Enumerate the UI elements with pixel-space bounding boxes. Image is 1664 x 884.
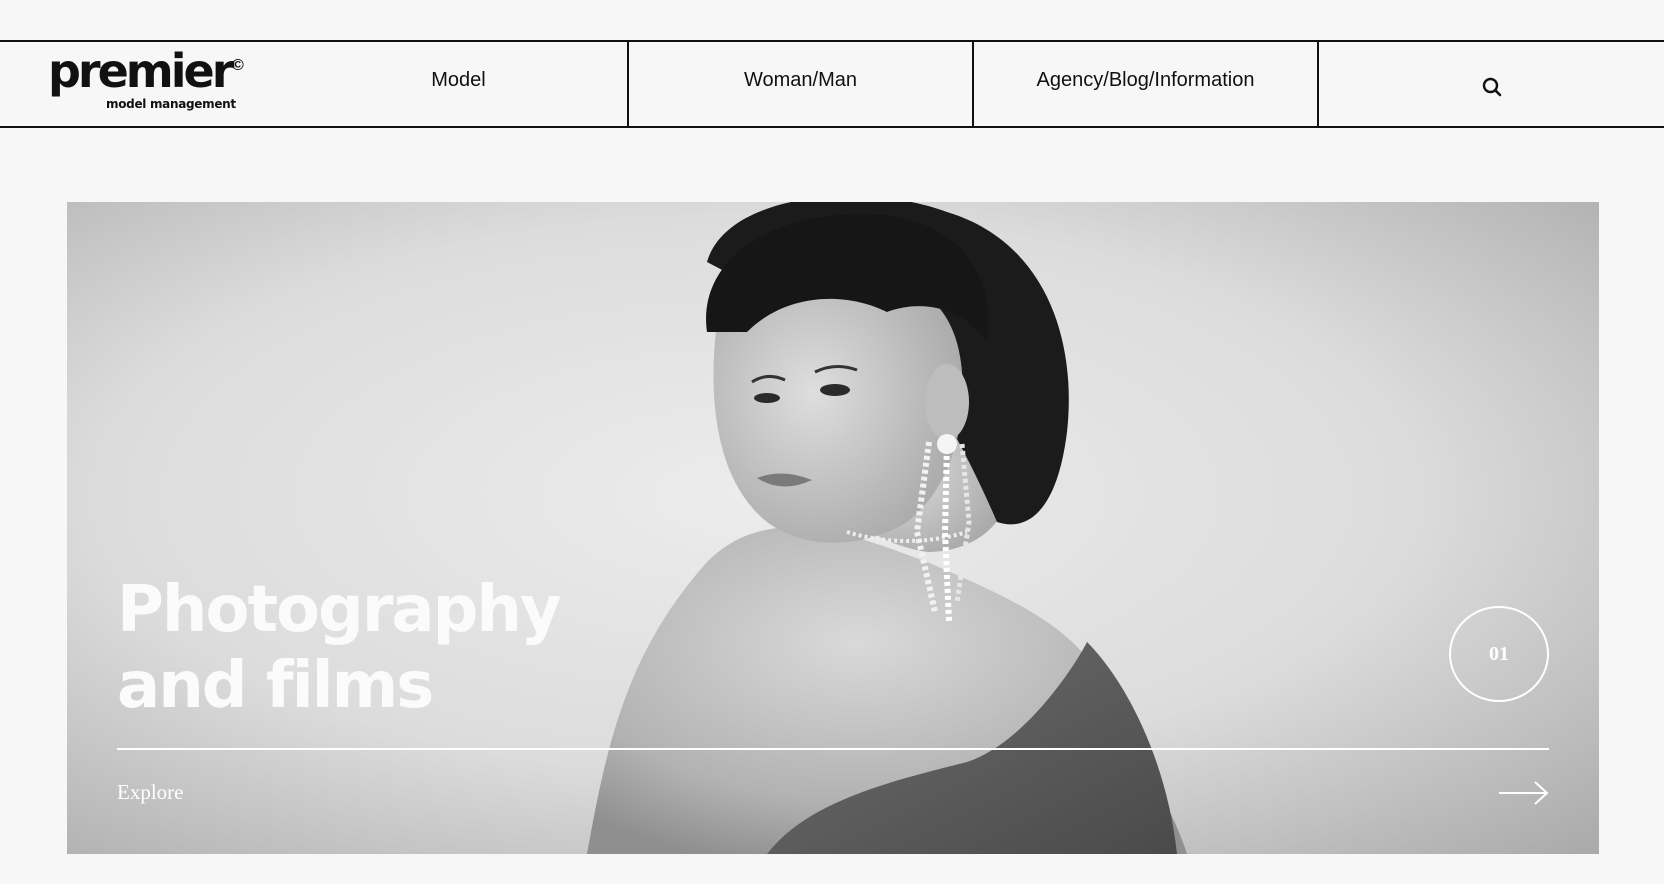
hero-title: Photography and films [117, 572, 562, 724]
search-icon [1482, 77, 1501, 97]
hero-banner[interactable]: Photography and films 01 Explore [67, 202, 1599, 854]
brand-logo[interactable]: premier © model management [48, 48, 258, 114]
explore-link[interactable]: Explore [117, 780, 183, 805]
search-button[interactable] [1317, 42, 1664, 126]
nav-item-label: Woman/Man [743, 68, 857, 91]
hero-photo [587, 202, 1187, 854]
hero-title-line: Photography [117, 573, 562, 647]
logo-cell: premier © model management [0, 42, 290, 126]
logo-tagline: model management [106, 97, 236, 111]
logo-wordmark: premier [48, 44, 234, 98]
arrow-right-icon[interactable] [1499, 780, 1549, 806]
hero-divider [117, 748, 1549, 750]
logo-copyright-mark: © [232, 57, 244, 74]
nav-item-label: Model [431, 68, 486, 91]
nav-item-woman-man[interactable]: Woman/Man [627, 42, 972, 126]
hero-title-line: and films [117, 649, 434, 723]
nav-item-label: Agency/Blog/Information [1036, 68, 1255, 91]
slide-number-badge: 01 [1449, 606, 1549, 702]
nav-item-model[interactable]: Model [290, 42, 627, 126]
nav-item-agency-blog-information[interactable]: Agency/Blog/Information [972, 42, 1317, 126]
top-navigation-bar: premier © model management Model Woman/M… [0, 40, 1664, 128]
